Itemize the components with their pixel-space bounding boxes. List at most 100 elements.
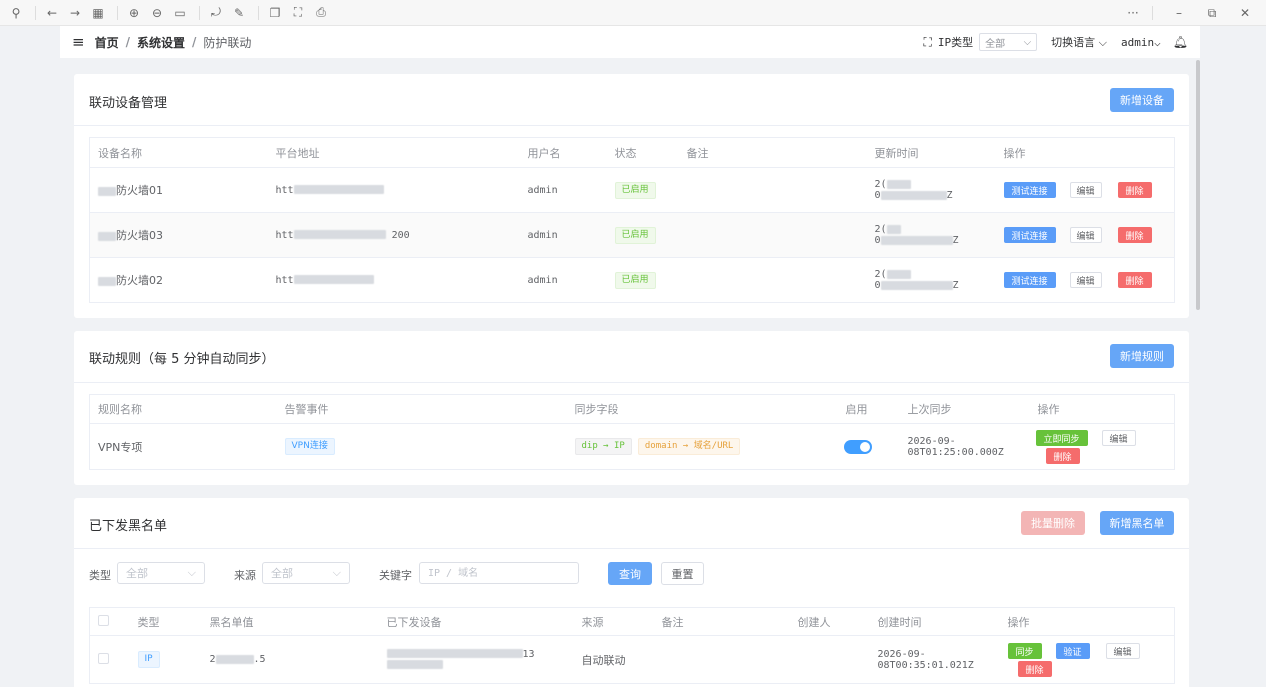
back-icon[interactable]: ←: [42, 3, 62, 23]
platform-address-cell: htt 200: [267, 212, 520, 258]
query-button[interactable]: 查询: [608, 562, 652, 585]
copy-icon[interactable]: ❐: [265, 3, 285, 23]
toolbar-divider: [258, 5, 259, 20]
verify-button[interactable]: 验证: [1055, 643, 1090, 659]
main-content: 联动设备管理 新增设备 设备名称 平台地址 用户名 状态 备注 更新时间 操作 …: [60, 58, 1200, 687]
row-select-cell: [89, 635, 130, 684]
blacklist-value-cell: 2.5: [201, 635, 379, 684]
edit-button[interactable]: 编辑: [1069, 272, 1102, 288]
type-tag: IP: [137, 651, 160, 668]
fullscreen-icon[interactable]: ⛶: [924, 35, 932, 50]
edit-icon[interactable]: ✎: [229, 3, 249, 23]
edit-button[interactable]: 编辑: [1105, 643, 1140, 659]
batch-delete-button[interactable]: 批量删除: [1021, 511, 1085, 535]
save-icon[interactable]: ⎙: [311, 3, 331, 23]
delete-button[interactable]: 删除: [1117, 182, 1152, 198]
platform-address-port: 200: [391, 229, 410, 241]
toolbar-divider: [1152, 6, 1153, 20]
breadcrumb-separator: /: [192, 35, 197, 49]
ip-type-value: 全部: [985, 38, 1006, 50]
blacklist-value: 2: [209, 654, 216, 665]
crop-icon[interactable]: ⛶: [288, 3, 308, 23]
update-time-part: 2(: [874, 224, 887, 235]
delete-button[interactable]: 删除: [1117, 272, 1152, 288]
select-all-cell: [89, 607, 130, 636]
source-filter-select[interactable]: 全部 ⌵: [262, 562, 350, 584]
test-connection-button[interactable]: 测试连接: [1003, 182, 1056, 198]
breadcrumb-current: 防护联动: [203, 35, 252, 50]
status-badge: 已启用: [614, 226, 656, 244]
restore-icon[interactable]: ⧉: [1202, 3, 1222, 23]
test-connection-button[interactable]: 测试连接: [1003, 227, 1056, 243]
delete-button[interactable]: 删除: [1117, 227, 1152, 243]
add-rule-button[interactable]: 新增规则: [1110, 344, 1174, 368]
add-device-button[interactable]: 新增设备: [1110, 88, 1174, 112]
more-icon[interactable]: ···: [1123, 3, 1143, 23]
actions-cell: 立即同步 编辑 删除: [1029, 423, 1175, 470]
table-row: IP 2.5 13 自动联动 2026-09- 08T00:35:01.021Z …: [89, 635, 1175, 684]
sync-field-tag: domain → 域名/URL: [637, 438, 741, 455]
add-blacklist-button[interactable]: 新增黑名单: [1100, 511, 1174, 535]
fit-icon[interactable]: ▭: [170, 3, 190, 23]
update-time-part: 0: [874, 280, 881, 291]
chevron-down-icon: ⌵: [1023, 36, 1032, 48]
column-header: 设备名称: [89, 137, 268, 168]
creator-cell: [789, 635, 870, 684]
platform-address-cell: htt: [267, 167, 520, 213]
sync-button[interactable]: 同步: [1007, 643, 1042, 659]
reset-button[interactable]: 重置: [661, 562, 704, 585]
update-time-part: 0: [874, 190, 881, 201]
breadcrumb-home[interactable]: 首页: [95, 34, 119, 51]
table-row: VPN专项 VPN连接 dip → IP domain → 域名/URL 202…: [89, 423, 1175, 470]
close-icon[interactable]: ✕: [1235, 3, 1255, 23]
column-header: 规则名称: [89, 394, 277, 424]
zoom-out-icon[interactable]: ⊖: [147, 3, 167, 23]
menu-toggle-icon[interactable]: ≡: [72, 33, 85, 51]
minimize-icon[interactable]: –: [1169, 3, 1189, 23]
rotate-icon[interactable]: ⤾: [206, 3, 226, 23]
breadcrumb-settings[interactable]: 系统设置: [137, 34, 185, 51]
sync-now-button[interactable]: 立即同步: [1035, 430, 1088, 446]
select-all-checkbox[interactable]: [98, 614, 109, 626]
platform-address-cell: htt: [267, 257, 520, 303]
column-header: 用户名: [519, 137, 607, 168]
ip-type-select[interactable]: 全部 ⌵: [979, 33, 1038, 51]
pin-icon[interactable]: ⚲: [6, 3, 26, 23]
actions-cell: 同步 验证 编辑 删除: [999, 635, 1175, 684]
bell-icon[interactable]: 🔔︎: [1173, 35, 1188, 49]
chevron-down-icon: ⌵: [332, 566, 341, 579]
row-checkbox[interactable]: [98, 652, 109, 664]
update-time-cell: 2(0 Z: [866, 212, 996, 258]
device-name: 防火墙03: [116, 229, 163, 242]
username: admin: [519, 257, 607, 303]
scrollbar[interactable]: [1196, 60, 1200, 310]
source: 自动联动: [573, 635, 654, 684]
column-header: 操作: [995, 137, 1175, 168]
test-connection-button[interactable]: 测试连接: [1003, 272, 1056, 288]
username: admin: [519, 167, 607, 213]
type-filter-select[interactable]: 全部 ⌵: [117, 562, 205, 584]
create-time-part: 08T00:35:01.021Z: [877, 659, 974, 671]
user-menu[interactable]: admin⌵: [1121, 36, 1161, 49]
rules-table: 规则名称 告警事件 同步字段 启用 上次同步 操作 VPN专项 VPN连接 di…: [89, 394, 1175, 470]
platform-address: htt: [275, 229, 294, 241]
update-time-suffix: Z: [946, 190, 953, 201]
delete-button[interactable]: 删除: [1017, 661, 1052, 677]
update-time-part: 0: [874, 235, 881, 246]
grid-icon[interactable]: ▦: [88, 3, 108, 23]
edit-button[interactable]: 编辑: [1069, 182, 1102, 198]
actions-cell: 测试连接 编辑 删除: [995, 167, 1175, 213]
toolbar-divider: [35, 5, 36, 20]
column-header: 同步字段: [566, 394, 838, 424]
status-cell: 已启用: [606, 212, 679, 258]
keyword-input[interactable]: [419, 562, 579, 584]
edit-button[interactable]: 编辑: [1069, 227, 1102, 243]
zoom-in-icon[interactable]: ⊕: [124, 3, 144, 23]
edit-button[interactable]: 编辑: [1101, 430, 1136, 446]
ip-type-label: IP类型: [937, 36, 974, 49]
language-switch[interactable]: 切换语言 ⌵: [1051, 34, 1107, 50]
enabled-switch[interactable]: [843, 440, 872, 454]
forward-icon[interactable]: →: [65, 3, 85, 23]
delete-button[interactable]: 删除: [1045, 448, 1080, 464]
sync-fields-cell: dip → IP domain → 域名/URL: [566, 423, 838, 470]
